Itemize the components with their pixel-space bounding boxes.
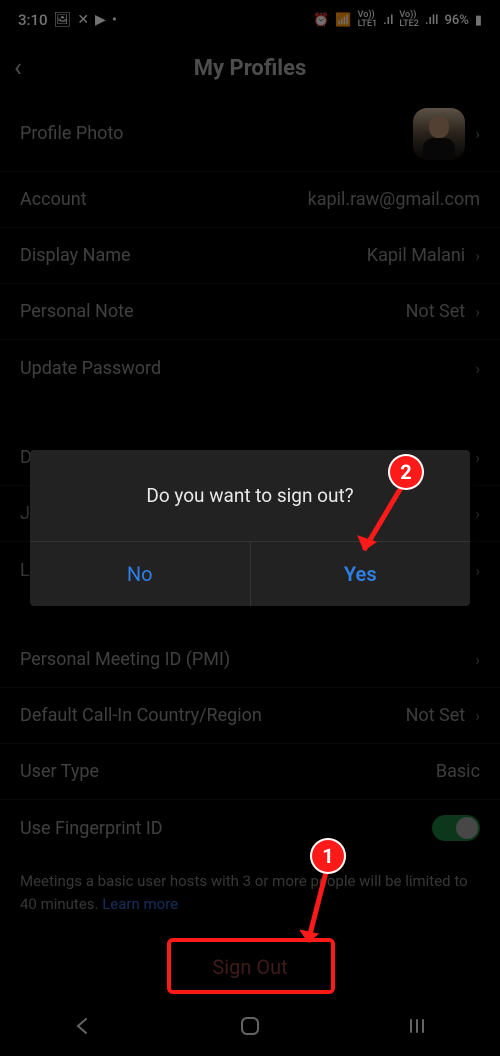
annotation-marker-2: 2 [388,454,424,490]
annotation-marker-1: 1 [310,838,346,874]
dialog-no-button[interactable]: No [30,542,250,606]
annotation-arrow-2 [350,486,410,572]
annotation-arrow-1 [300,872,330,964]
